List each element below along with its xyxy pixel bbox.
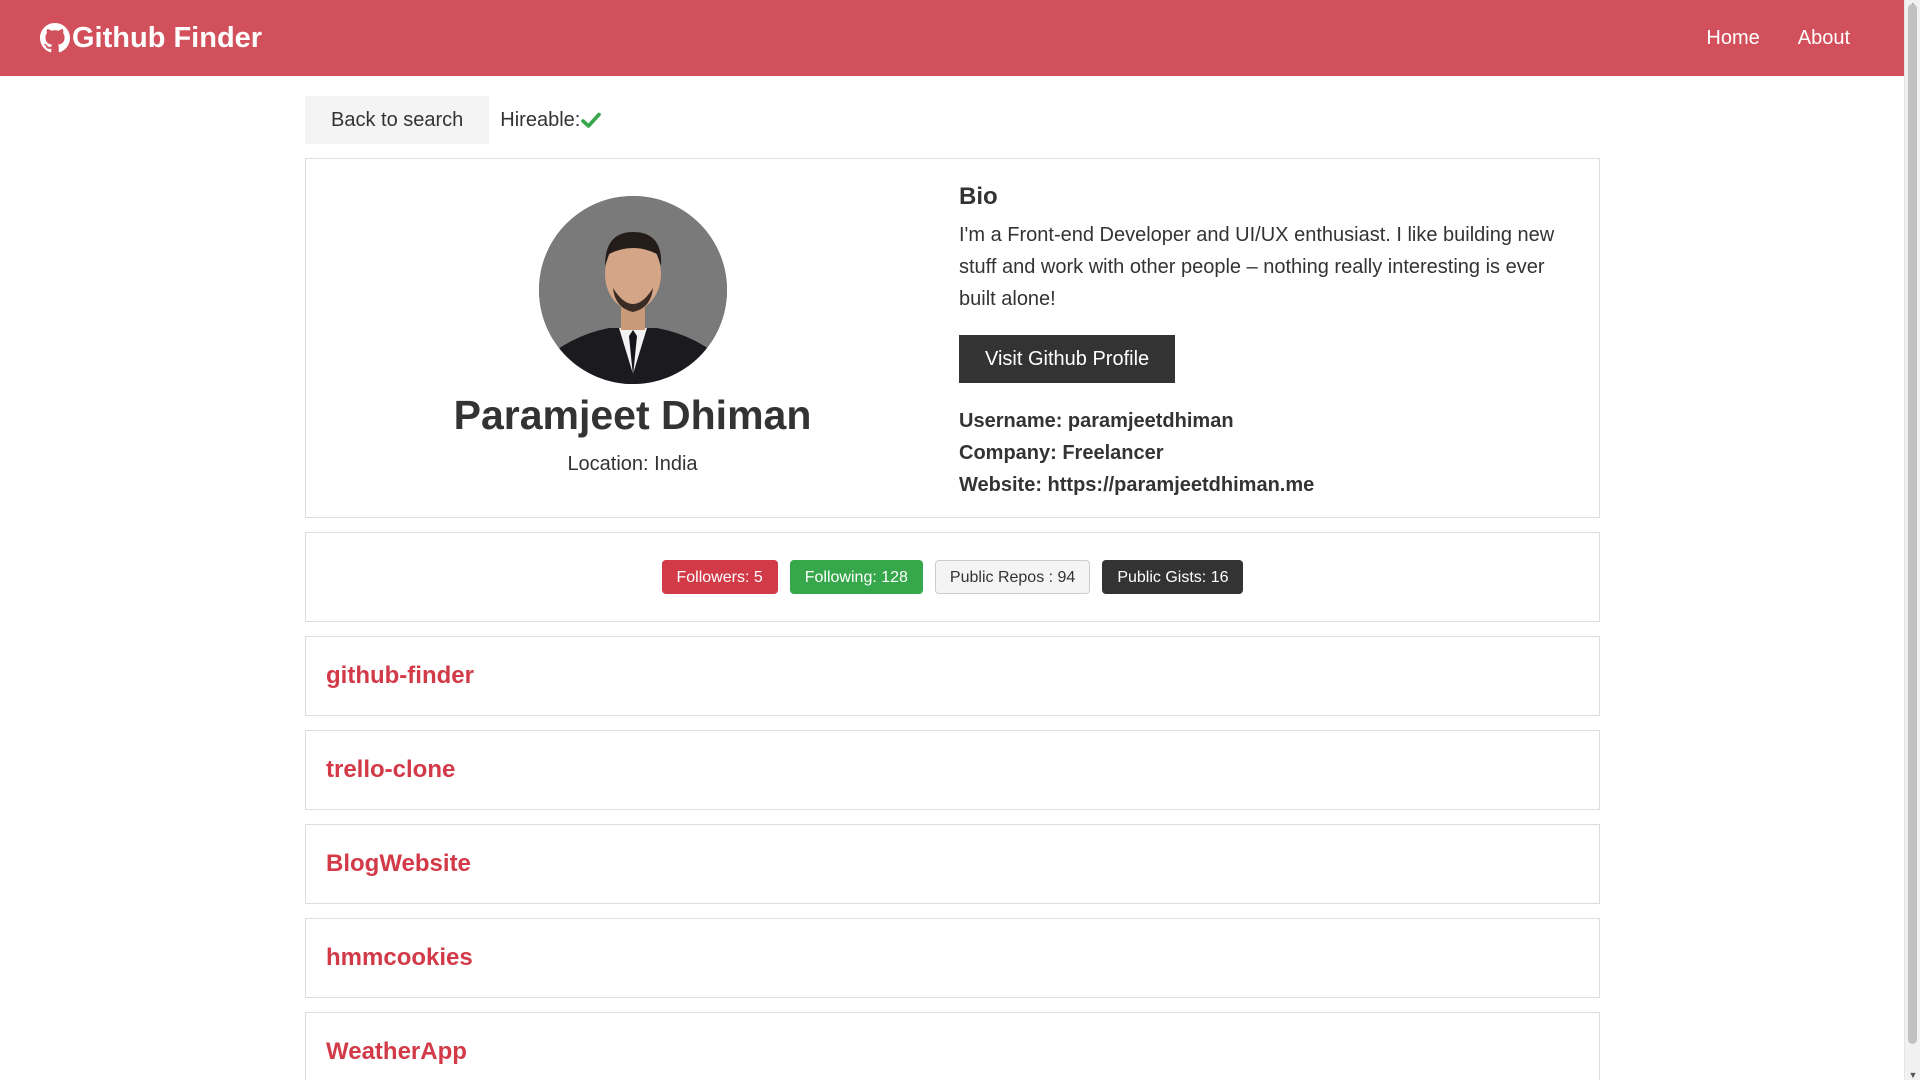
scroll-thumb[interactable] <box>1908 4 1917 1044</box>
repo-list: github-finder trello-clone BlogWebsite h… <box>305 636 1600 1080</box>
repo-item: github-finder <box>305 636 1600 716</box>
brand[interactable]: Github Finder <box>40 22 262 55</box>
repo-link[interactable]: WeatherApp <box>326 1038 467 1066</box>
scroll-down-icon[interactable]: ▼ <box>1908 1070 1918 1080</box>
repo-link[interactable]: hmmcookies <box>326 944 473 972</box>
profile-detail-list: Username: paramjeetdhiman Company: Freel… <box>959 405 1559 501</box>
profile-name: Paramjeet Dhiman <box>453 392 812 438</box>
public-repos-badge: Public Repos : 94 <box>934 560 1091 594</box>
repo-item: WeatherApp <box>305 1012 1600 1080</box>
repo-item: trello-clone <box>305 730 1600 810</box>
public-gists-badge: Public Gists: 16 <box>1102 560 1244 594</box>
repo-link[interactable]: trello-clone <box>326 756 455 784</box>
following-badge: Following: 128 <box>789 560 923 594</box>
topbar: Back to search Hireable: <box>305 96 1600 144</box>
bio-text: I'm a Front-end Developer and UI/UX enth… <box>959 224 1555 310</box>
bio-title: Bio <box>959 183 998 210</box>
profile-summary: Paramjeet Dhiman Location: India <box>306 159 959 517</box>
stats-card: Followers: 5 Following: 128 Public Repos… <box>305 532 1600 622</box>
nav-link-home[interactable]: Home <box>1706 27 1773 50</box>
page-scrollbar[interactable]: ▲ ▼ <box>1904 0 1920 1080</box>
hireable-label: Hireable: <box>500 108 581 131</box>
hireable-status: Hireable: <box>500 108 602 132</box>
followers-badge: Followers: 5 <box>661 560 778 594</box>
repo-link[interactable]: github-finder <box>326 662 474 690</box>
profile-card: Paramjeet Dhiman Location: India Bio I'm… <box>305 158 1600 518</box>
nav-links: Home About <box>1706 27 1864 50</box>
brand-title: Github Finder <box>72 21 263 54</box>
check-icon <box>581 112 602 128</box>
profile-details: Bio I'm a Front-end Developer and UI/UX … <box>959 159 1599 517</box>
repo-item: hmmcookies <box>305 918 1600 998</box>
repo-item: BlogWebsite <box>305 824 1600 904</box>
back-to-search-button[interactable]: Back to search <box>305 96 490 144</box>
navbar: Github Finder Home About <box>0 0 1904 76</box>
username-detail: Username: paramjeetdhiman <box>959 410 1234 432</box>
website-detail: Website: https://paramjeetdhiman.me <box>959 474 1315 496</box>
company-detail: Company: Freelancer <box>959 442 1164 464</box>
visit-github-profile-button[interactable]: Visit Github Profile <box>959 335 1176 383</box>
avatar-portrait-icon <box>538 196 727 384</box>
repo-link[interactable]: BlogWebsite <box>326 850 471 878</box>
profile-location: Location: India <box>567 453 698 475</box>
nav-link-about[interactable]: About <box>1798 27 1864 50</box>
main-content: Back to search Hireable: Paramjeet Dhima… <box>305 96 1600 1080</box>
github-icon <box>40 23 70 53</box>
avatar <box>538 196 727 384</box>
